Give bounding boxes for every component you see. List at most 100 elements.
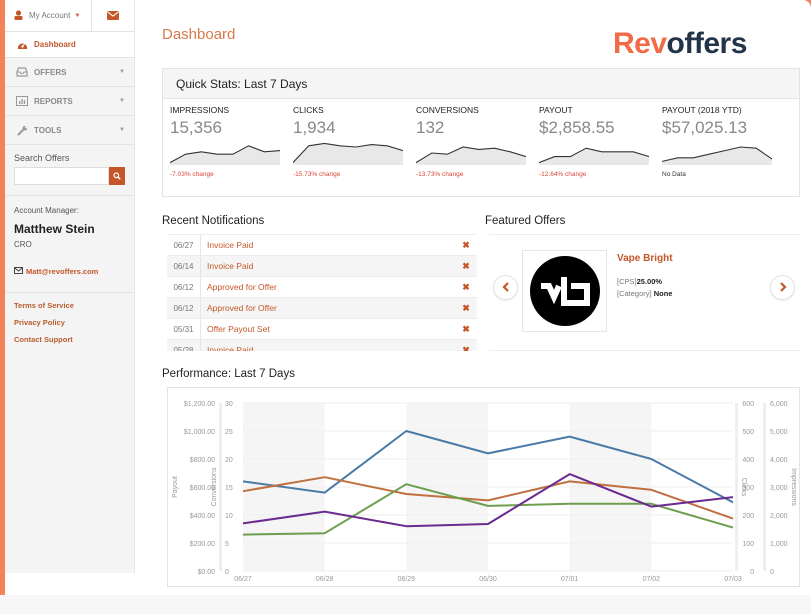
my-account-dropdown[interactable]: My Account ▼ [5, 0, 92, 31]
payout-tick-label: $1,200.00 [184, 401, 215, 408]
notification-row[interactable]: 06/14 Invoice Paid ✖ [167, 256, 477, 277]
sparkline [662, 146, 772, 165]
impressions-axis-title: Impressions [790, 468, 797, 506]
x-tick-label: 07/03 [724, 576, 742, 583]
carousel-next-button[interactable] [770, 275, 795, 300]
notification-date: 05/31 [167, 319, 201, 339]
sidebar-item-dashboard[interactable]: Dashboard [5, 32, 134, 58]
stat-value: 132 [416, 118, 445, 137]
sidebar-item-label: TOOLS [34, 125, 62, 135]
notification-text-link[interactable]: Invoice Paid [201, 345, 455, 351]
search-button[interactable] [109, 167, 125, 185]
notification-row[interactable]: 06/12 Approved for Offer ✖ [167, 298, 477, 319]
offer-name-link[interactable]: Vape Bright [617, 253, 673, 264]
featured-offers-title: Featured Offers [485, 215, 566, 227]
performance-title: Performance: Last 7 Days [162, 368, 295, 380]
notification-text-link[interactable]: Approved for Offer [201, 303, 455, 313]
impressions-tick-label: 6,000 [770, 401, 788, 408]
cps-label: [CPS] [617, 277, 637, 286]
account-manager-label: Account Manager: [14, 206, 79, 215]
carousel-prev-button[interactable] [493, 275, 518, 300]
logo-offers-text: offers [666, 27, 748, 60]
chevron-down-icon: ▼ [119, 127, 125, 133]
clicks-tick-label: 400 [742, 457, 754, 464]
dismiss-x-icon[interactable]: ✖ [455, 324, 477, 335]
impressions-tick-label: 4,000 [770, 457, 788, 464]
search-offers-input[interactable] [14, 167, 109, 185]
privacy-policy-link[interactable]: Privacy Policy [14, 318, 125, 327]
notification-text-link[interactable]: Invoice Paid [201, 261, 455, 271]
x-tick-label: 06/29 [398, 576, 416, 583]
contact-support-link[interactable]: Contact Support [14, 335, 125, 344]
axis-bar-conversions [219, 403, 222, 571]
sparkline [539, 147, 649, 165]
stat-impressions: IMPRESSIONS 15,356 -7.03% change [170, 103, 293, 178]
notification-date: 06/14 [167, 256, 201, 276]
sidebar-item-tools[interactable]: TOOLS ▼ [5, 116, 134, 145]
quick-stats-title: Quick Stats: Last 7 Days [163, 69, 799, 99]
logo-rev-text: Rev [613, 27, 667, 60]
sparkline-area [170, 145, 280, 165]
chevron-down-icon: ▼ [119, 69, 125, 75]
stat-change: No Data [662, 171, 686, 178]
offer-category: [Category] None [617, 289, 672, 298]
payout-tick-label: $1,000.00 [184, 429, 215, 436]
wrench-icon [14, 125, 30, 136]
dismiss-x-icon[interactable]: ✖ [455, 345, 477, 352]
sidebar: My Account ▼ Dashboard OFFERS ▼ REPORTS … [5, 0, 135, 573]
inbox-icon [14, 67, 30, 77]
notifications-list[interactable]: 06/27 Invoice Paid ✖ 06/14 Invoice Paid ✖ 06/1… [167, 234, 477, 351]
sparkline [416, 146, 526, 165]
stat-label: CONVERSIONS [416, 105, 479, 115]
sparkline [170, 145, 280, 165]
conversions-tick-label: 10 [225, 513, 233, 520]
dismiss-x-icon[interactable]: ✖ [455, 261, 477, 272]
dismiss-x-icon[interactable]: ✖ [455, 303, 477, 314]
notification-text-link[interactable]: Invoice Paid [201, 240, 455, 250]
page-bottom [0, 595, 811, 614]
notification-row[interactable]: 05/31 Offer Payout Set ✖ [167, 319, 477, 340]
app-window: My Account ▼ Dashboard OFFERS ▼ REPORTS … [5, 0, 811, 595]
conversions-tick-label: 20 [225, 457, 233, 464]
notification-text-link[interactable]: Approved for Offer [201, 282, 455, 292]
revoffers-logo[interactable]: Revoffers [613, 27, 747, 61]
my-account-label: My Account [29, 11, 71, 20]
category-label: [Category] [617, 289, 652, 298]
stat-label: IMPRESSIONS [170, 105, 230, 115]
dashboard-icon [14, 40, 30, 50]
x-tick-label: 07/01 [561, 576, 579, 583]
performance-chart: $0.00$200.00$400.00$600.00$800.00$1,000.… [172, 401, 797, 583]
featured-offers-carousel: Vape Bright [CPS]25.00% [Category] None [489, 234, 800, 351]
payout-tick-label: $400.00 [190, 513, 215, 520]
messages-button[interactable] [92, 0, 134, 31]
sidebar-item-reports[interactable]: REPORTS ▼ [5, 87, 134, 116]
stat-change: -13.73% change [416, 171, 464, 178]
conversions-tick-label: 30 [225, 401, 233, 408]
clicks-tick-label: 200 [742, 513, 754, 520]
account-manager-block: Account Manager: Matthew Stein CRO Matt@… [5, 196, 134, 293]
sidebar-item-label: Dashboard [34, 40, 76, 49]
account-manager-email-link[interactable]: Matt@revoffers.com [14, 267, 125, 276]
email-text: Matt@revoffers.com [26, 267, 99, 276]
conversions-axis-title: Conversions [211, 467, 218, 506]
stat-value: $2,858.55 [539, 118, 615, 137]
notification-row[interactable]: 06/12 Approved for Offer ✖ [167, 277, 477, 298]
dismiss-x-icon[interactable]: ✖ [455, 240, 477, 251]
stat-value: $57,025.13 [662, 118, 748, 137]
stat-conversions: CONVERSIONS 132 -13.73% change [416, 103, 539, 178]
notification-date: 05/28 [167, 340, 201, 351]
dismiss-x-icon[interactable]: ✖ [455, 282, 477, 293]
page-title: Dashboard [162, 26, 236, 43]
notification-row[interactable]: 05/28 Invoice Paid ✖ [167, 340, 477, 351]
notification-text-link[interactable]: Offer Payout Set [201, 324, 455, 334]
quick-stats-grid: IMPRESSIONS 15,356 -7.03% change CLICKS … [163, 99, 799, 178]
account-row: My Account ▼ [5, 0, 134, 32]
stat-change: -7.03% change [170, 171, 214, 178]
sidebar-item-label: REPORTS [34, 96, 73, 106]
payout-tick-label: $800.00 [190, 457, 215, 464]
notification-row[interactable]: 06/27 Invoice Paid ✖ [167, 235, 477, 256]
sidebar-item-offers[interactable]: OFFERS ▼ [5, 58, 134, 87]
terms-of-service-link[interactable]: Terms of Service [14, 301, 125, 310]
conversions-tick-label: 5 [225, 541, 229, 548]
offer-logo-image[interactable] [522, 250, 607, 332]
